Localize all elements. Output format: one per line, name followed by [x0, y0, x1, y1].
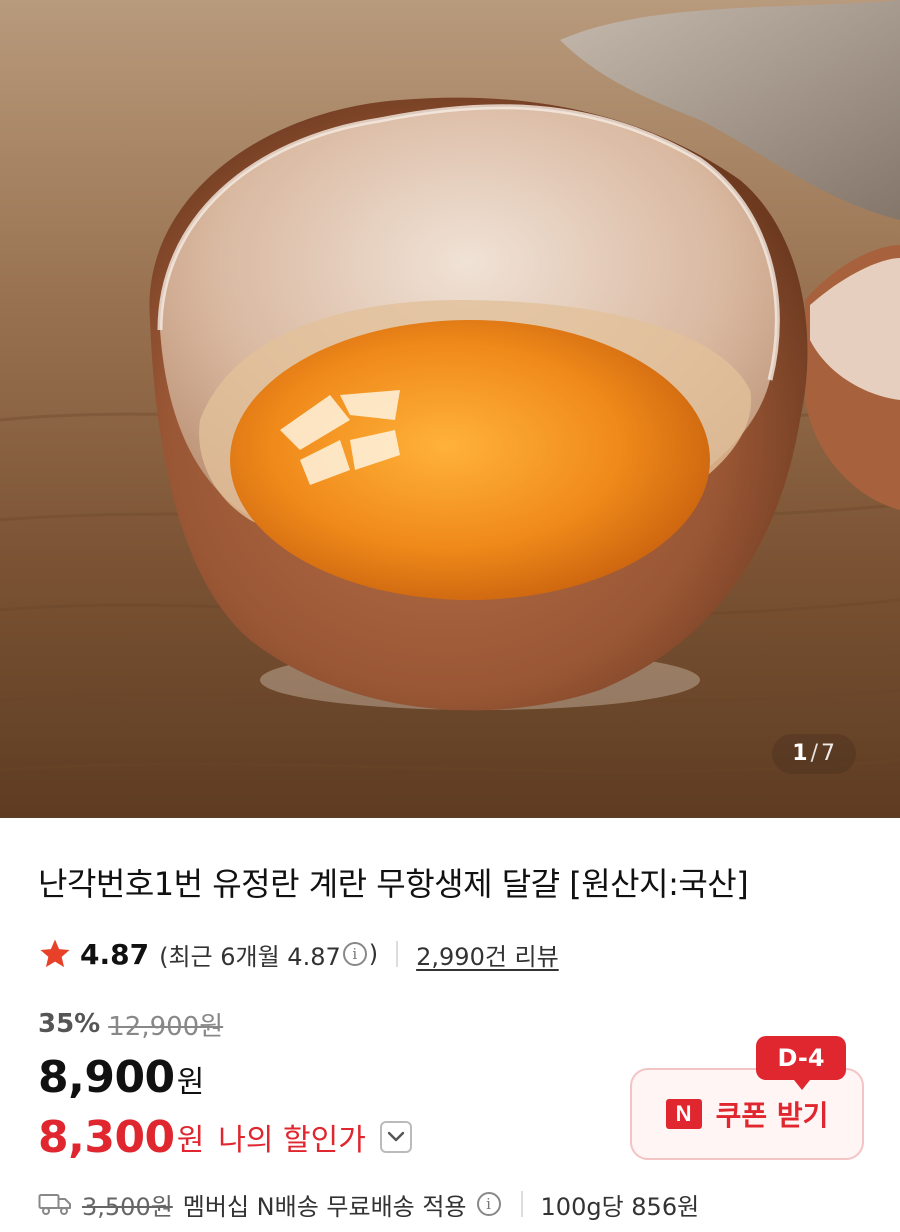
info-icon[interactable]: i: [342, 942, 367, 966]
n-logo-icon: N: [665, 1099, 702, 1129]
rating-row: 4.87 (최근 6개월 4.87 i ) 2,990건 리뷰: [38, 934, 559, 974]
coupon-label: 쿠폰 받기: [715, 1099, 829, 1132]
review-count-link[interactable]: 2,990건 리뷰: [416, 937, 559, 972]
discount-percent: 35%: [38, 1009, 101, 1039]
original-price: 12,900원: [108, 1011, 224, 1042]
product-image-carousel[interactable]: 1/7: [0, 0, 900, 818]
star-icon: [40, 939, 70, 968]
rating-score: 4.87: [80, 937, 150, 971]
discount-row: 35% 12,900원: [38, 1008, 224, 1042]
coupon-area: N 쿠폰 받기 D-4: [630, 1036, 864, 1162]
image-current-index: 1: [792, 741, 809, 766]
recent-rating-text: (최근 6개월 4.87: [159, 942, 341, 971]
product-image: [0, 0, 900, 818]
recent-rating-close: ): [368, 940, 379, 968]
image-page-counter: 1/7: [772, 734, 856, 774]
sale-price-number: 8,900: [38, 1052, 175, 1103]
product-info-section: 난각번호1번 유정란 계란 무항생제 달걀 [원산지:국산] 4.87 (최근 …: [0, 818, 900, 1232]
d-day-badge: D-4: [756, 1036, 846, 1090]
sale-price: 8,900 원: [38, 1052, 205, 1103]
image-counter-separator: /: [810, 741, 819, 766]
get-coupon-button[interactable]: N 쿠폰 받기: [630, 1068, 864, 1160]
my-price-number: 8,300: [38, 1111, 175, 1163]
divider: [520, 1191, 523, 1217]
shipping-description: 멤버십 N배송 무료배송 적용: [182, 1192, 467, 1221]
my-discount-price[interactable]: 8,300 원 나의 할인가: [38, 1111, 412, 1163]
my-price-unit: 원: [176, 1123, 205, 1158]
shipping-row: 3,500원 멤버십 N배송 무료배송 적용 i 100g당 856원: [38, 1186, 699, 1222]
recent-rating: (최근 6개월 4.87 i ): [159, 937, 378, 972]
chevron-down-icon: [387, 1131, 405, 1142]
original-shipping-fee: 3,500원: [82, 1192, 173, 1221]
expand-my-price-button[interactable]: [379, 1121, 412, 1153]
product-title: 난각번호1번 유정란 계란 무항생제 달걀 [원산지:국산]: [38, 865, 749, 903]
truck-icon: [38, 1194, 71, 1215]
unit-price: 100g당 856원: [540, 1192, 700, 1221]
my-price-label: 나의 할인가: [218, 1123, 366, 1158]
divider: [396, 941, 399, 967]
image-total-count: 7: [821, 741, 836, 766]
shipping-info-icon[interactable]: i: [476, 1192, 501, 1216]
sale-price-unit: 원: [176, 1065, 205, 1100]
